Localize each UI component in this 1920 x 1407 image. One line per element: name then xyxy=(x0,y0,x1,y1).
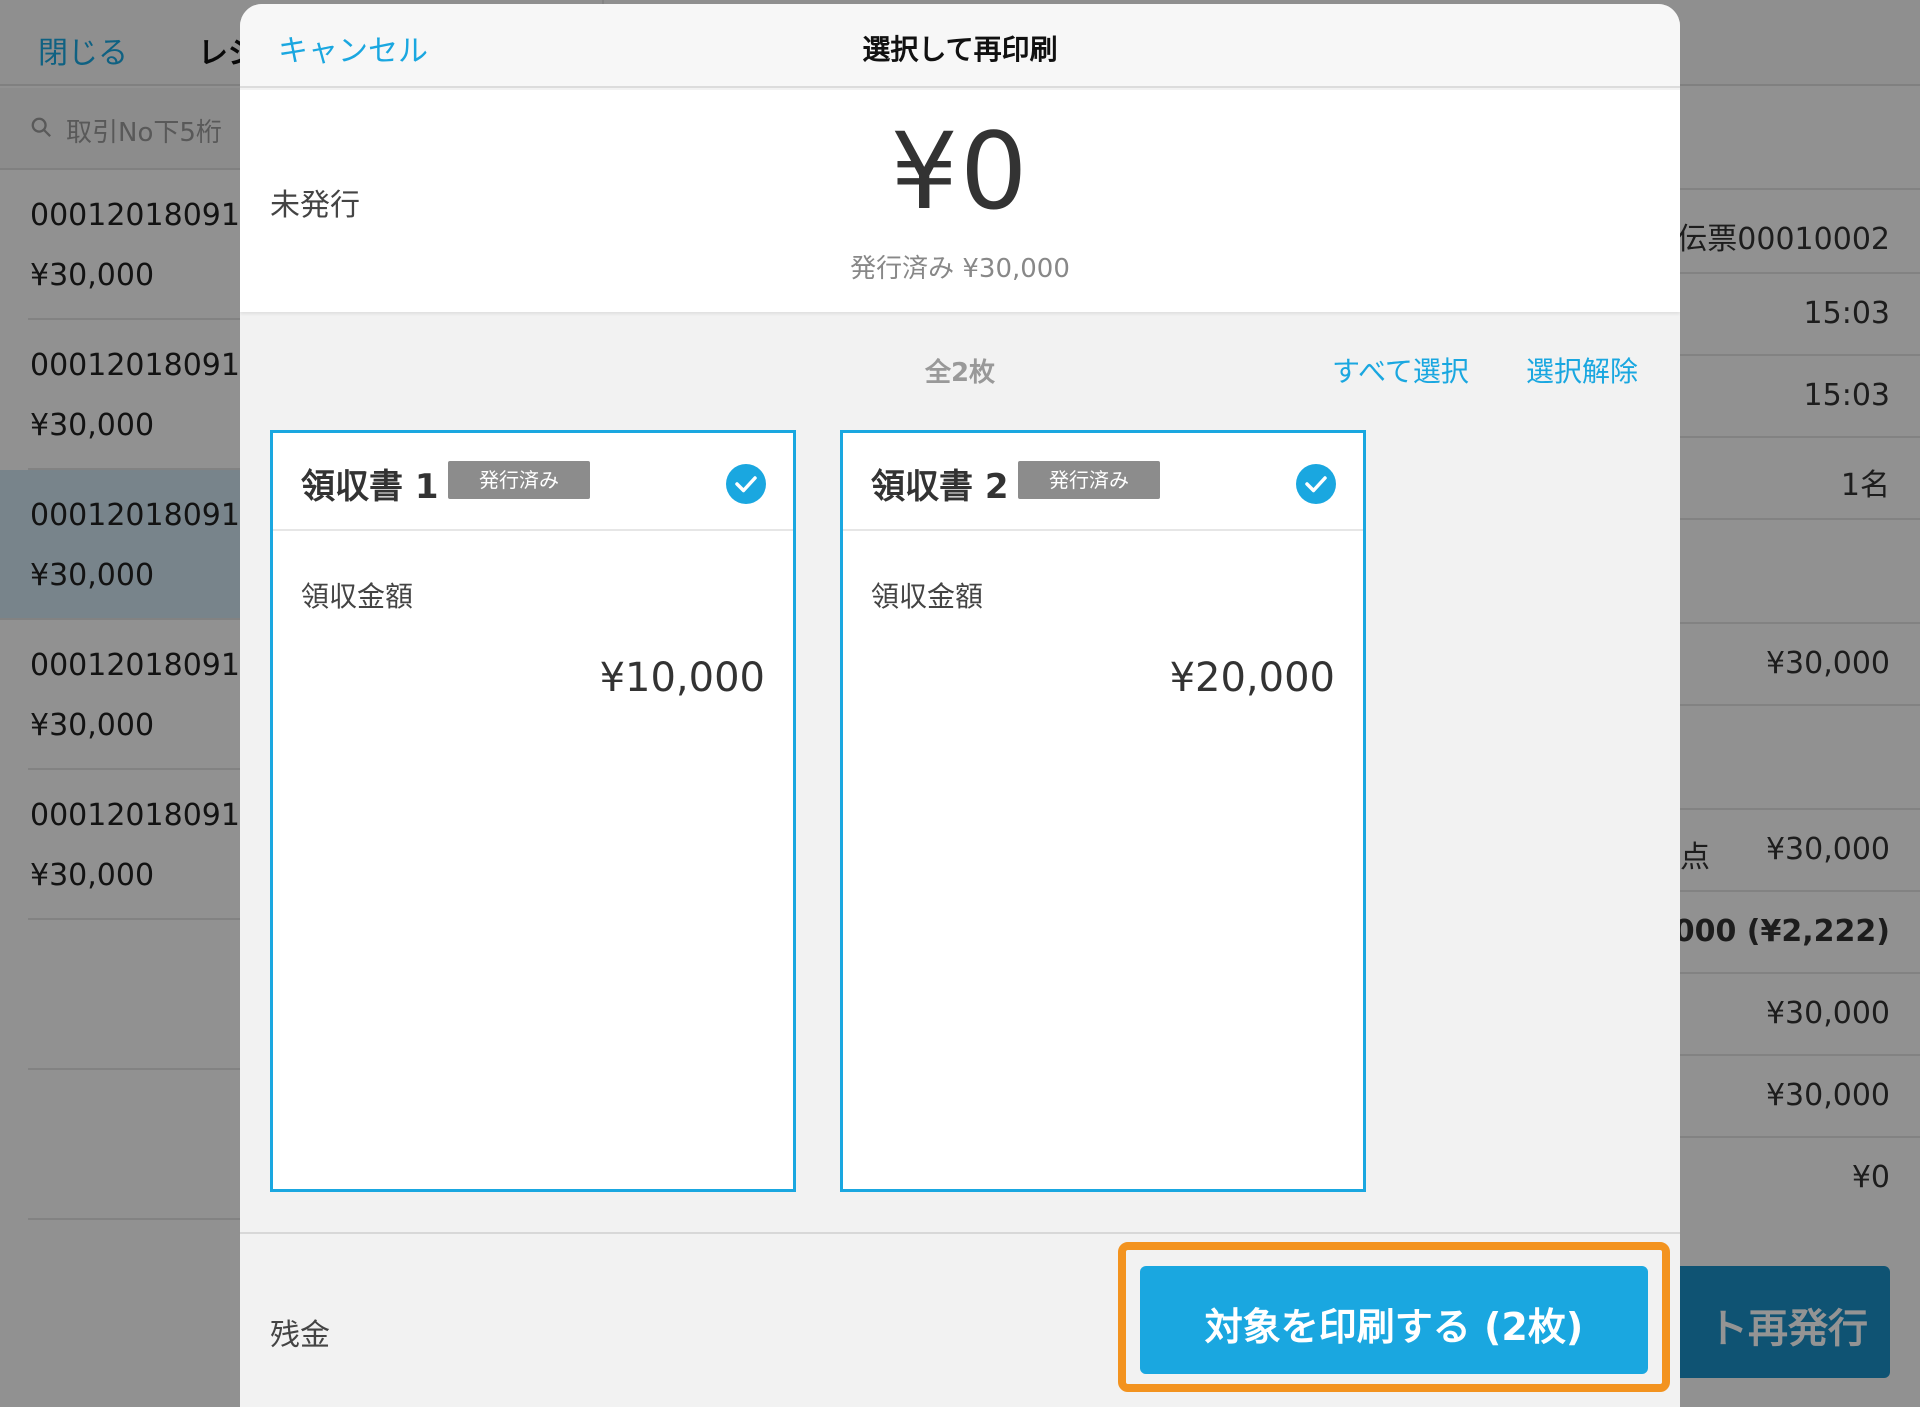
status-badge: 発行済み xyxy=(1018,461,1160,499)
unissued-amount: ¥0 xyxy=(890,110,1030,233)
reprint-modal: キャンセル 選択して再印刷 未発行 ¥0 発行済み ¥30,000 全2枚 すべ… xyxy=(240,4,1680,1407)
receipt-amount: ¥10,000 xyxy=(599,655,765,701)
receipt-card-1[interactable]: 領収書 1 発行済み 領収金額 ¥10,000 xyxy=(270,430,796,1192)
select-all-button[interactable]: すべて選択 xyxy=(1332,350,1469,390)
modal-footer: 残金 ¥0 対象を印刷する (2枚) xyxy=(240,1232,1680,1407)
receipt-title: 領収書 1 xyxy=(301,467,439,507)
modal-title: 選択して再印刷 xyxy=(862,33,1058,66)
print-button-label: 対象を印刷する (2枚) xyxy=(1204,1305,1584,1349)
check-icon[interactable] xyxy=(1295,463,1337,505)
status-badge: 発行済み xyxy=(448,461,590,499)
receipt-title: 領収書 2 xyxy=(871,467,1009,507)
receipt-card-header: 領収書 1 発行済み xyxy=(273,433,793,531)
summary-panel: 未発行 ¥0 発行済み ¥30,000 xyxy=(240,90,1680,312)
receipt-amount: ¥20,000 xyxy=(1169,655,1335,701)
deselect-button[interactable]: 選択解除 xyxy=(1526,350,1638,390)
receipt-card-2[interactable]: 領収書 2 発行済み 領収金額 ¥20,000 xyxy=(840,430,1366,1192)
receipt-amount-label: 領収金額 xyxy=(301,580,414,613)
issued-total: 発行済み ¥30,000 xyxy=(850,254,1070,284)
balance-label: 残金 xyxy=(270,1318,330,1353)
check-icon[interactable] xyxy=(725,463,767,505)
print-button[interactable]: 対象を印刷する (2枚) xyxy=(1140,1266,1648,1374)
receipt-amount-label: 領収金額 xyxy=(871,580,984,613)
modal-header: キャンセル 選択して再印刷 xyxy=(240,4,1680,88)
receipt-card-header: 領収書 2 発行済み xyxy=(843,433,1363,531)
